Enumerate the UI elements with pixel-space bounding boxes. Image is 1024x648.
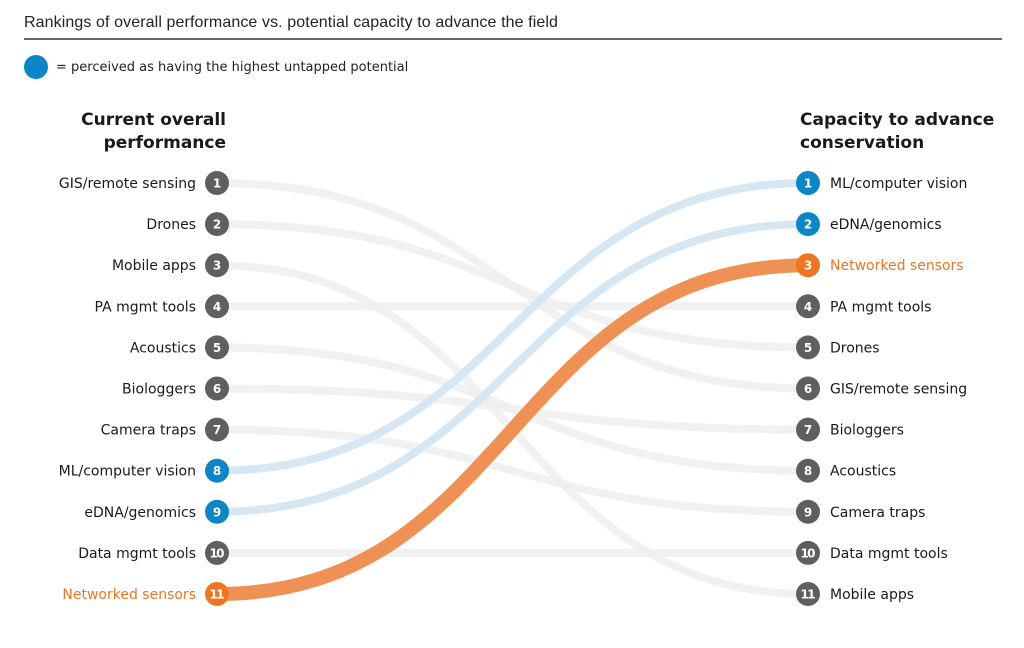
left-rank-number: 2 <box>213 218 221 232</box>
right-item-label: Camera traps <box>830 505 925 521</box>
left-item-label: eDNA/genomics <box>84 505 196 521</box>
left-item-label: Data mgmt tools <box>78 546 196 562</box>
right-node-mobile-apps: 11 Mobile apps <box>796 582 914 606</box>
right-item-label: Data mgmt tools <box>830 546 948 562</box>
right-item-label: GIS/remote sensing <box>830 382 967 398</box>
right-node-networked-sensors: 3 Networked sensors <box>796 253 964 278</box>
links-layer <box>216 179 809 601</box>
right-item-label: Acoustics <box>830 464 896 480</box>
left-node-ml-computer-vision: 8 ML/computer vision <box>59 458 229 483</box>
left-node-camera-traps: 7 Camera traps <box>101 417 229 442</box>
right-node-ml-computer-vision: 1 ML/computer vision <box>796 171 967 195</box>
right-node-pa-mgmt-tools: 4 PA mgmt tools <box>796 294 931 319</box>
right-node-biologgers: 7 Biologgers <box>796 417 904 442</box>
right-rank-number: 4 <box>804 300 812 314</box>
left-rank-number: 9 <box>213 505 221 519</box>
left-item-label: Mobile apps <box>112 258 196 274</box>
left-item-label: ML/computer vision <box>59 464 196 480</box>
right-node-edna-genomics: 2 eDNA/genomics <box>796 212 942 237</box>
left-rank-number: 7 <box>213 423 221 437</box>
right-rank-number: 8 <box>804 464 812 478</box>
left-node-edna-genomics: 9 eDNA/genomics <box>84 499 229 524</box>
left-rank-number: 10 <box>210 546 225 560</box>
right-item-label: Networked sensors <box>830 258 964 274</box>
left-node-gis-remote-sensing: 1 GIS/remote sensing <box>59 171 229 195</box>
right-item-label: eDNA/genomics <box>830 217 942 233</box>
right-rank-number: 5 <box>804 341 812 355</box>
left-item-label: Drones <box>146 217 196 233</box>
right-rank-number: 6 <box>804 382 812 396</box>
left-item-label: PA mgmt tools <box>95 299 196 315</box>
left-node-acoustics: 5 Acoustics <box>130 335 229 360</box>
right-node-gis-remote-sensing: 6 GIS/remote sensing <box>796 376 967 401</box>
right-rank-number: 11 <box>801 588 816 602</box>
slope-chart: 1 GIS/remote sensing 6 GIS/remote sensing 2 D… <box>59 171 967 606</box>
right-rank-number: 10 <box>801 546 816 560</box>
left-rank-number: 8 <box>213 464 221 478</box>
right-item-label: Biologgers <box>830 423 904 439</box>
left-node-pa-mgmt-tools: 4 PA mgmt tools <box>95 294 229 319</box>
left-item-label: Camera traps <box>101 423 196 439</box>
right-rank-number: 9 <box>804 505 812 519</box>
right-rank-number: 1 <box>804 177 812 191</box>
left-rank-number: 5 <box>213 341 221 355</box>
right-rank-number: 3 <box>804 259 812 273</box>
right-item-label: ML/computer vision <box>830 176 967 192</box>
nodes-layer: 1 GIS/remote sensing 6 GIS/remote sensing 2 D… <box>59 171 967 606</box>
right-node-data-mgmt-tools: 10 Data mgmt tools <box>796 540 948 565</box>
left-node-data-mgmt-tools: 10 Data mgmt tools <box>78 540 229 565</box>
left-item-label: Biologgers <box>122 382 196 398</box>
left-node-biologgers: 6 Biologgers <box>122 376 229 401</box>
left-rank-number: 3 <box>213 259 221 273</box>
left-node-networked-sensors: 11 Networked sensors <box>62 582 229 606</box>
right-node-camera-traps: 9 Camera traps <box>796 499 925 524</box>
right-item-label: Drones <box>830 340 880 356</box>
left-rank-number: 1 <box>213 177 221 191</box>
right-item-label: PA mgmt tools <box>830 299 931 315</box>
left-rank-number: 11 <box>210 588 225 602</box>
left-item-label: Acoustics <box>130 340 196 356</box>
left-node-mobile-apps: 3 Mobile apps <box>112 253 229 278</box>
right-node-acoustics: 8 Acoustics <box>796 458 896 483</box>
right-rank-number: 7 <box>804 423 812 437</box>
right-item-label: Mobile apps <box>830 587 914 603</box>
left-rank-number: 4 <box>213 300 221 314</box>
left-node-drones: 2 Drones <box>146 212 229 237</box>
left-rank-number: 6 <box>213 382 221 396</box>
right-node-drones: 5 Drones <box>796 335 880 360</box>
left-item-label: Networked sensors <box>62 587 196 603</box>
right-rank-number: 2 <box>804 218 812 232</box>
left-item-label: GIS/remote sensing <box>59 176 196 192</box>
